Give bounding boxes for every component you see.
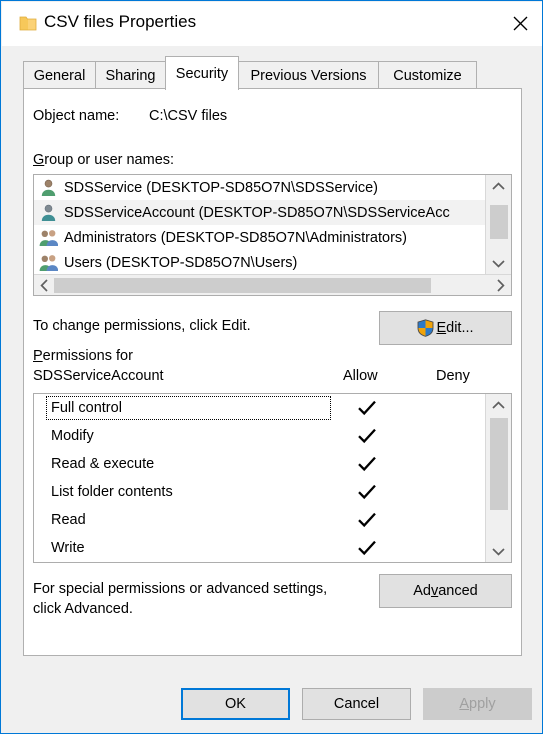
tab-general[interactable]: General (23, 61, 96, 89)
uac-shield-icon (417, 319, 434, 337)
scroll-left-icon[interactable] (34, 275, 55, 295)
group-icon (39, 228, 59, 247)
apply-rest: pply (469, 696, 496, 712)
group-or-user-names-label: Group or user names: (33, 152, 174, 168)
permissions-list[interactable]: Full control Modify Read & execute List … (33, 393, 512, 563)
list-item[interactable]: SDSService (DESKTOP-SD85O7N\SDSService) (34, 175, 486, 200)
list-item-label: SDSService (DESKTOP-SD85O7N\SDSService) (64, 179, 378, 196)
edit-button[interactable]: Edit... (379, 311, 512, 345)
cancel-button[interactable]: Cancel (302, 688, 411, 720)
group-label-accel: G (33, 152, 45, 168)
permission-label: List folder contents (51, 484, 173, 500)
scroll-thumb[interactable] (54, 278, 431, 293)
allow-checkmark-icon[interactable] (356, 512, 378, 528)
object-name-label: Object name: (33, 108, 120, 124)
permissions-for-rest: ermissions for (42, 348, 133, 364)
permissions-for-accel: P (33, 348, 43, 364)
advanced-hint-line2: click Advanced. (33, 601, 133, 617)
permission-label: Read & execute (51, 456, 155, 472)
allow-checkmark-icon[interactable] (356, 428, 378, 444)
window-title: CSV files Properties (44, 12, 197, 31)
advanced-rest: anced (438, 583, 478, 599)
table-row[interactable]: Read & execute (34, 450, 511, 478)
advanced-hint-line1: For special permissions or advanced sett… (33, 581, 328, 597)
user-icon (39, 203, 58, 222)
tab-sharing-label: Sharing (105, 67, 156, 84)
group-or-user-names-list[interactable]: SDSService (DESKTOP-SD85O7N\SDSService) … (33, 174, 512, 296)
group-label-rest: roup or user names: (44, 152, 175, 168)
edit-hint-text: To change permissions, click Edit. (33, 318, 251, 334)
list-item[interactable]: Administrators (DESKTOP-SD85O7N\Administ… (34, 225, 486, 250)
scroll-down-icon[interactable] (486, 540, 511, 562)
permissions-vertical-scrollbar[interactable] (485, 394, 511, 562)
close-icon[interactable] (497, 2, 542, 45)
allow-checkmark-icon[interactable] (356, 540, 378, 556)
scroll-down-icon[interactable] (486, 252, 511, 274)
permission-label: Write (51, 540, 85, 556)
table-row[interactable]: Write (34, 534, 511, 562)
column-header-allow: Allow (343, 368, 378, 384)
tab-general-label: General (33, 67, 86, 84)
permission-label: Full control (46, 396, 331, 420)
table-row[interactable]: Modify (34, 422, 511, 450)
table-row[interactable]: List folder contents (34, 478, 511, 506)
permissions-for-principal: SDSServiceAccount (33, 368, 164, 384)
tab-previous-versions[interactable]: Previous Versions (238, 61, 379, 89)
tab-sharing[interactable]: Sharing (95, 61, 166, 89)
table-row[interactable]: Full control (34, 394, 511, 422)
tab-customize[interactable]: Customize (378, 61, 477, 89)
allow-checkmark-icon[interactable] (356, 456, 378, 472)
list-item-label: Users (DESKTOP-SD85O7N\Users) (64, 254, 298, 271)
advanced-button-label: Advanced (413, 583, 478, 599)
table-row[interactable]: Read (34, 506, 511, 534)
group-list-vertical-scrollbar[interactable] (485, 175, 511, 274)
ok-button[interactable]: OK (181, 688, 290, 720)
properties-dialog: CSV files Properties General Sharing Sec… (0, 0, 543, 734)
list-item-label: Administrators (DESKTOP-SD85O7N\Administ… (64, 229, 407, 246)
tab-customize-label: Customize (393, 67, 462, 84)
scroll-thumb[interactable] (490, 205, 508, 239)
list-item[interactable]: Users (DESKTOP-SD85O7N\Users) (34, 250, 486, 274)
edit-accel: E (436, 320, 447, 336)
tab-previous-versions-label: Previous Versions (250, 67, 367, 84)
group-icon (39, 253, 59, 272)
apply-button-label: Apply (459, 696, 495, 712)
list-item-label: SDSServiceAccount (DESKTOP-SD85O7N\SDSSe… (64, 204, 450, 221)
scroll-thumb[interactable] (490, 418, 508, 510)
edit-button-label: Edit... (436, 320, 473, 336)
title-bar: CSV files Properties (2, 2, 542, 46)
scroll-up-icon[interactable] (486, 394, 511, 416)
allow-checkmark-icon[interactable] (356, 400, 378, 416)
column-header-deny: Deny (436, 368, 470, 384)
advanced-pre: Ad (413, 583, 431, 599)
permission-label: Modify (51, 428, 94, 444)
group-list-horizontal-scrollbar[interactable] (34, 274, 511, 295)
apply-button: Apply (423, 688, 532, 720)
edit-rest: dit... (446, 320, 474, 336)
ok-button-label: OK (225, 696, 246, 712)
tab-security-label: Security (175, 65, 229, 82)
list-item[interactable]: SDSServiceAccount (DESKTOP-SD85O7N\SDSSe… (34, 200, 486, 225)
permission-label: Read (51, 512, 86, 528)
scroll-up-icon[interactable] (486, 175, 511, 197)
advanced-button[interactable]: Advanced (379, 574, 512, 608)
permissions-for-label: Permissions for (33, 348, 133, 364)
user-icon (39, 178, 58, 197)
tab-security[interactable]: Security (165, 56, 239, 90)
allow-checkmark-icon[interactable] (356, 484, 378, 500)
cancel-button-label: Cancel (333, 696, 380, 712)
object-name-value: C:\CSV files (149, 108, 228, 124)
folder-icon (19, 15, 37, 32)
apply-accel: A (459, 696, 470, 712)
group-list-items: SDSService (DESKTOP-SD85O7N\SDSService) … (34, 175, 486, 274)
scroll-right-icon[interactable] (490, 275, 511, 295)
